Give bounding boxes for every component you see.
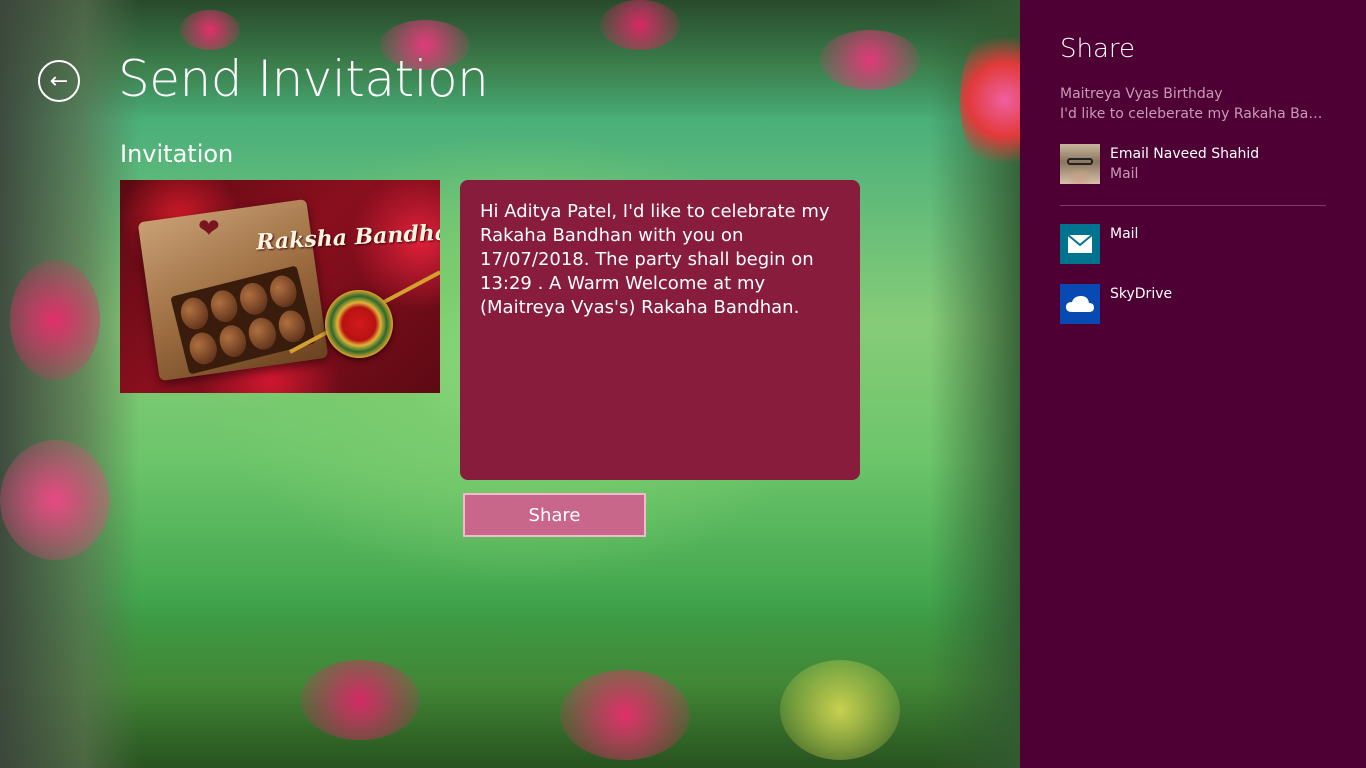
share-target-mail[interactable]: Mail [1060, 224, 1330, 264]
app-label-skydrive: SkyDrive [1110, 286, 1173, 302]
app-label-mail: Mail [1110, 226, 1139, 242]
heart-icon: ❤ [198, 214, 220, 244]
share-pane: Share Maitreya Vyas Birthday I'd like to… [1020, 0, 1366, 768]
flower-decoration [960, 20, 1020, 180]
section-title: Invitation [120, 140, 234, 168]
chocolate [186, 329, 220, 368]
share-pane-title: Share [1060, 34, 1136, 64]
chocolate [236, 280, 271, 318]
share-target-contact[interactable]: Email Naveed Shahid Mail [1060, 144, 1330, 188]
flower-decoration [10, 260, 100, 380]
mail-icon [1060, 224, 1100, 264]
share-button[interactable]: Share [463, 493, 646, 537]
share-divider [1060, 205, 1326, 206]
chocolate [275, 307, 309, 346]
floral-border-bottom [0, 598, 1020, 768]
flower-decoration [780, 660, 900, 760]
chocolate [177, 294, 211, 333]
contact-app: Mail [1110, 166, 1139, 182]
floral-border-right [930, 0, 1020, 768]
share-description: I'd like to celeberate my Rakaha Bandhan… [1060, 106, 1330, 122]
skydrive-cloud-icon [1060, 284, 1100, 324]
share-target-skydrive[interactable]: SkyDrive [1060, 284, 1330, 324]
contact-name: Email Naveed Shahid [1110, 146, 1260, 162]
flower-decoration [0, 440, 110, 560]
share-subject: Maitreya Vyas Birthday [1060, 86, 1223, 102]
invitation-message[interactable]: Hi Aditya Patel, I'd like to celebrate m… [460, 180, 860, 480]
page-title: Send Invitation [118, 50, 489, 108]
chocolate [207, 287, 241, 325]
flower-decoration [820, 30, 920, 90]
flower-decoration [180, 10, 240, 50]
flower-decoration [600, 0, 680, 50]
chocolate [266, 272, 300, 311]
invitation-image: ❤ Raksha Bandhan [120, 180, 440, 393]
rakhi-ornament [325, 290, 393, 358]
flower-decoration [560, 670, 690, 760]
avatar-glasses [1067, 158, 1093, 165]
back-arrow-icon: ← [49, 68, 69, 94]
flower-decoration [300, 660, 420, 740]
avatar [1060, 144, 1100, 184]
chocolate [215, 322, 250, 360]
app-canvas: ← Send Invitation Invitation ❤ Raksha Ba… [0, 0, 1020, 768]
back-button[interactable]: ← [38, 60, 80, 102]
floral-border-left [0, 0, 140, 768]
chocolate [245, 315, 279, 353]
